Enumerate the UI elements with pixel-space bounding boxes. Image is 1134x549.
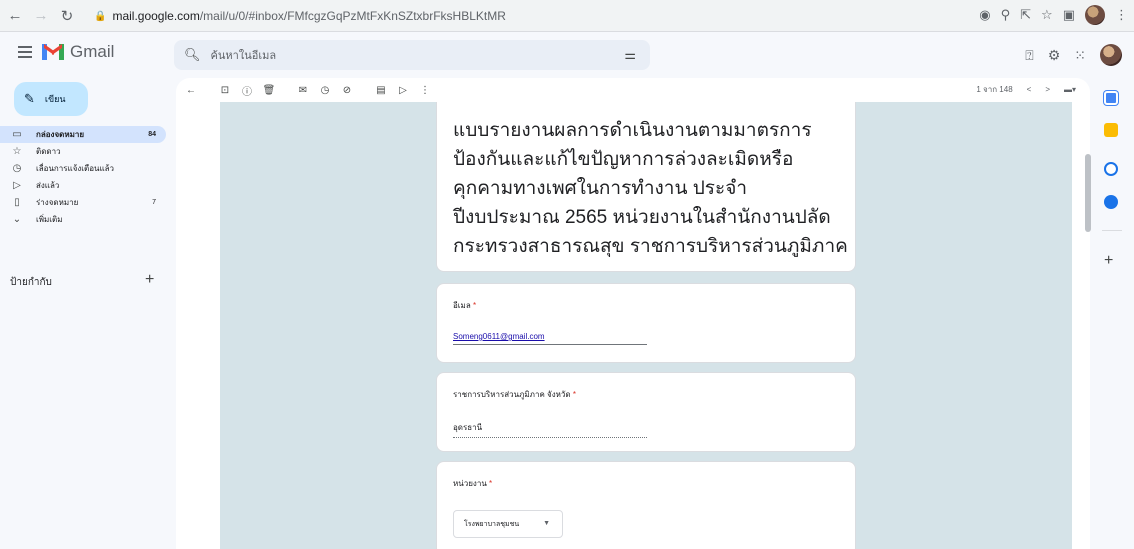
sidebar-item-label: กล่องจดหมาย (36, 130, 85, 139)
prev-page-icon[interactable]: < (1027, 85, 1032, 94)
menu-kebab-icon[interactable]: ⋮ (1115, 7, 1128, 23)
back-arrow-icon[interactable]: ← (4, 5, 26, 27)
label-icon[interactable]: ▷ (392, 85, 414, 96)
browser-toolbar: ← → ↻ 🔒 mail.google.com/mail/u/0/#inbox/… (0, 0, 1134, 32)
sidebar-item-label: เพิ่มเติม (36, 215, 63, 224)
question-card-province: ราชการบริหารส่วนภูมิภาค จังหวัด * อุดรธา… (436, 372, 856, 452)
question-label: ราชการบริหารส่วนภูมิภาค จังหวัด * (453, 390, 576, 399)
clock-icon: ◷ (12, 163, 22, 174)
snooze-icon[interactable]: ◷ (314, 85, 336, 96)
account-avatar[interactable] (1100, 44, 1122, 66)
question-label: หน่วยงาน * (453, 479, 493, 488)
send-icon: ▷ (13, 180, 21, 191)
side-panel: + (1094, 78, 1134, 549)
side-divider (1102, 230, 1122, 231)
add-task-icon[interactable]: ⊘ (336, 85, 358, 96)
side-panel-icon[interactable]: ▣ (1063, 7, 1075, 23)
province-field[interactable]: อุดรธานี (453, 421, 647, 438)
compose-label: เขียน (44, 94, 66, 104)
mark-unread-icon[interactable]: ✉ (292, 85, 314, 96)
url-path: /mail/u/0/#inbox/FMfcgzGqPzMtFxKnSZtxbrF… (199, 9, 506, 23)
gmail-logo[interactable]: Gmail (42, 42, 114, 62)
message-toolbar: ← ⊡ ⓘ 🗑︎ ✉ ◷ ⊘ ▤ ▷ ⋮ 1 จาก 148 < > ▬▾ (176, 78, 1090, 102)
search-icon[interactable]: 🔍︎ (184, 47, 201, 63)
sidebar-item-starred[interactable]: ☆ ติดดาว (0, 143, 166, 160)
settings-gear-icon[interactable]: ⚙ (1048, 47, 1061, 64)
sidebar-item-label: ร่างจดหมาย (36, 198, 79, 207)
sidebar-item-label: ส่งแล้ว (36, 181, 60, 190)
apps-grid-icon[interactable]: ⁙ (1074, 47, 1086, 64)
zoom-icon[interactable]: ⚲ (1001, 7, 1011, 23)
scrollbar-thumb[interactable] (1085, 154, 1091, 232)
compose-button[interactable]: ✎ เขียน (14, 82, 88, 116)
share-icon[interactable]: ⇱ (1020, 7, 1031, 23)
draft-count: 7 (152, 199, 156, 206)
lock-icon: 🔒 (94, 10, 107, 22)
dropdown-value: โรงพยาบาลชุมชน (464, 520, 520, 528)
unit-dropdown[interactable]: โรงพยาบาลชุมชน ▼ (453, 510, 563, 538)
forward-arrow-icon[interactable]: → (30, 5, 52, 27)
pagination: 1 จาก 148 < > ▬▾ (976, 83, 1076, 96)
more-options-icon[interactable]: ⋮ (414, 85, 436, 96)
profile-avatar[interactable] (1085, 5, 1105, 25)
pager-text: 1 จาก 148 (976, 85, 1013, 94)
form-title: แบบรายงานผลการดำเนินงานตามมาตรการป้องกัน… (453, 120, 848, 257)
question-card-email: อีเมล * Someng0611@gmail.com (436, 283, 856, 363)
question-card-unit: หน่วยงาน * โรงพยาบาลชุมชน ▼ (436, 461, 856, 549)
dropdown-arrow-icon: ▼ (543, 520, 550, 527)
sidebar-nav: ▭ กล่องจดหมาย 84 ☆ ติดดาว ◷ เลื่อนการแจ้… (0, 126, 166, 228)
gmail-m-icon (42, 44, 64, 60)
address-bar[interactable]: 🔒 mail.google.com/mail/u/0/#inbox/FMfcgz… (94, 4, 924, 28)
archive-icon[interactable]: ⊡ (214, 85, 236, 96)
get-addons-icon[interactable]: + (1104, 252, 1113, 270)
tasks-icon[interactable] (1104, 162, 1118, 176)
main-menu-icon[interactable] (18, 46, 32, 61)
contacts-icon[interactable] (1104, 195, 1118, 209)
back-to-inbox-icon[interactable]: ← (180, 85, 202, 96)
url-host: mail.google.com (112, 9, 200, 23)
unread-count: 84 (148, 131, 156, 138)
sidebar-item-label: เลื่อนการแจ้งเตือนแล้ว (36, 164, 115, 173)
next-page-icon[interactable]: > (1045, 85, 1050, 94)
search-options-icon[interactable]: ⚌ (624, 47, 636, 63)
form-title-card: แบบรายงานผลการดำเนินงานตามมาตรการป้องกัน… (436, 102, 856, 272)
sidebar-item-drafts[interactable]: ▯ ร่างจดหมาย 7 (0, 194, 166, 211)
chevron-down-icon: ⌄ (12, 214, 22, 225)
sidebar-item-sent[interactable]: ▷ ส่งแล้ว (0, 177, 166, 194)
report-spam-icon[interactable]: ⓘ (236, 83, 258, 98)
bookmark-star-icon[interactable]: ☆ (1041, 7, 1053, 23)
calendar-icon[interactable] (1104, 91, 1118, 105)
labels-heading: ป้ายกำกับ (10, 277, 52, 288)
move-to-icon[interactable]: ▤ (370, 85, 392, 96)
sidebar-item-more[interactable]: ⌄ เพิ่มเติม (0, 211, 166, 228)
gmail-logo-text: Gmail (70, 42, 115, 61)
sidebar-item-snoozed[interactable]: ◷ เลื่อนการแจ้งเตือนแล้ว (0, 160, 166, 177)
input-tools-icon[interactable]: ▬▾ (1064, 85, 1076, 94)
gmail-header: Gmail 🔍︎ ค้นหาในอีเมล ⚌ ⍰ ⚙ ⁙ (0, 32, 1134, 78)
star-icon: ☆ (12, 146, 22, 157)
question-label: อีเมล * (453, 301, 477, 310)
search-input[interactable]: 🔍︎ ค้นหาในอีเมล ⚌ (174, 40, 650, 70)
keep-icon[interactable] (1104, 123, 1118, 137)
draft-icon: ▯ (14, 197, 20, 208)
add-label-icon[interactable]: + (145, 271, 154, 289)
eye-icon[interactable]: ◉ (979, 7, 990, 23)
sidebar-item-inbox[interactable]: ▭ กล่องจดหมาย 84 (0, 126, 166, 143)
pencil-icon: ✎ (24, 91, 35, 106)
sidebar-item-label: ติดดาว (36, 147, 61, 156)
reload-icon[interactable]: ↻ (56, 5, 78, 27)
help-icon[interactable]: ⍰ (1025, 47, 1033, 64)
search-placeholder: ค้นหาในอีเมล (210, 50, 277, 62)
inbox-icon: ▭ (12, 129, 22, 140)
delete-icon[interactable]: 🗑︎ (258, 85, 280, 96)
email-field[interactable]: Someng0611@gmail.com (453, 332, 647, 345)
